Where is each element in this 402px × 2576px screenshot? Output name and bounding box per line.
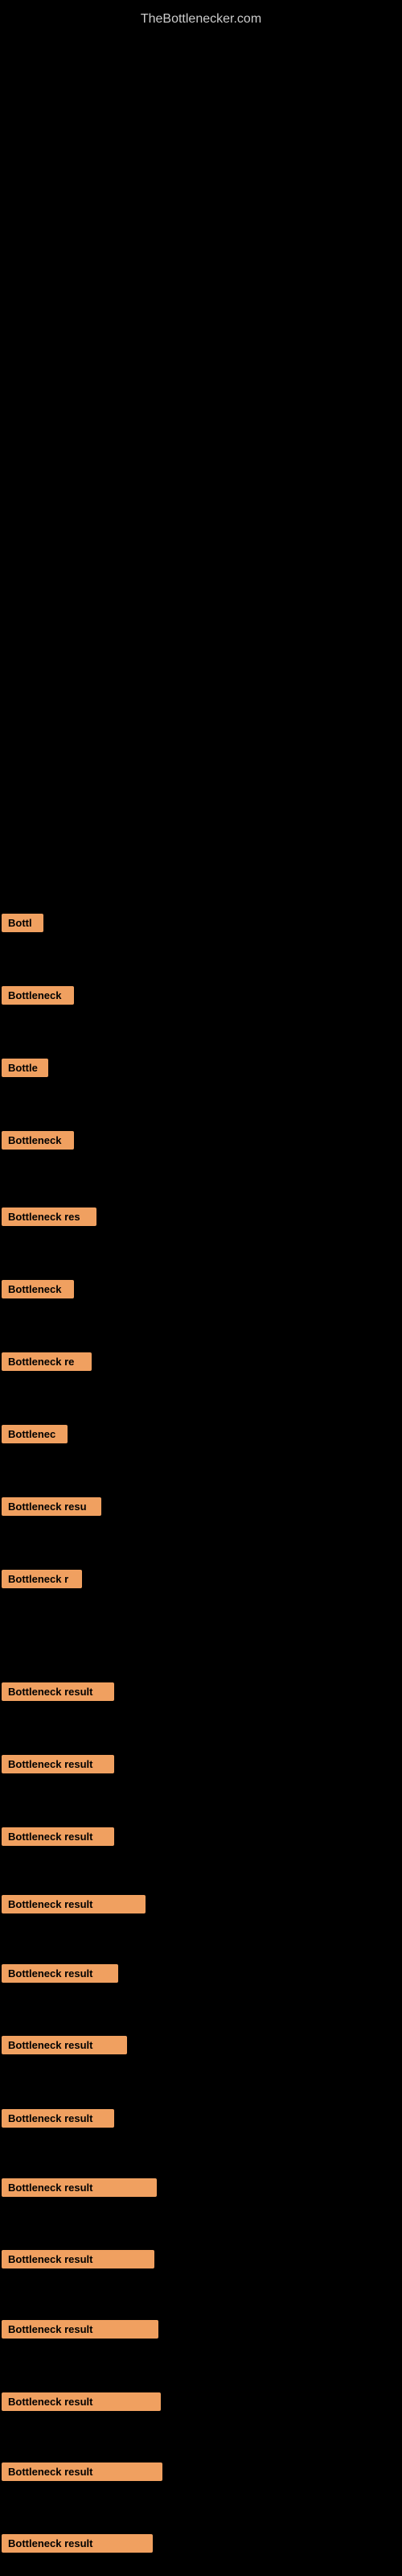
bottleneck-result-label-6: Bottleneck (2, 1280, 74, 1298)
bottleneck-result-label-5: Bottleneck res (2, 1208, 96, 1226)
bottleneck-result-label-18: Bottleneck result (2, 2178, 157, 2197)
bottleneck-result-label-16: Bottleneck result (2, 2036, 127, 2054)
bottleneck-result-label-3: Bottle (2, 1059, 48, 1077)
bottleneck-result-label-4: Bottleneck (2, 1131, 74, 1150)
bottleneck-result-label-13: Bottleneck result (2, 1827, 114, 1846)
bottleneck-result-label-1: Bottl (2, 914, 43, 932)
bottleneck-result-label-22: Bottleneck result (2, 2462, 162, 2481)
bottleneck-result-label-8: Bottlenec (2, 1425, 68, 1443)
bottleneck-result-label-10: Bottleneck r (2, 1570, 82, 1588)
bottleneck-result-label-2: Bottleneck (2, 986, 74, 1005)
bottleneck-result-label-23: Bottleneck result (2, 2534, 153, 2553)
bottleneck-result-label-19: Bottleneck result (2, 2250, 154, 2268)
site-title: TheBottlenecker.com (0, 4, 402, 35)
bottleneck-result-label-21: Bottleneck result (2, 2392, 161, 2411)
bottleneck-result-label-15: Bottleneck result (2, 1964, 118, 1983)
bottleneck-result-label-20: Bottleneck result (2, 2320, 158, 2339)
bottleneck-result-label-11: Bottleneck result (2, 1682, 114, 1701)
bottleneck-result-label-12: Bottleneck result (2, 1755, 114, 1773)
bottleneck-result-label-17: Bottleneck result (2, 2109, 114, 2128)
bottleneck-result-label-9: Bottleneck resu (2, 1497, 101, 1516)
bottleneck-result-label-7: Bottleneck re (2, 1352, 92, 1371)
bottleneck-result-label-14: Bottleneck result (2, 1895, 146, 1913)
